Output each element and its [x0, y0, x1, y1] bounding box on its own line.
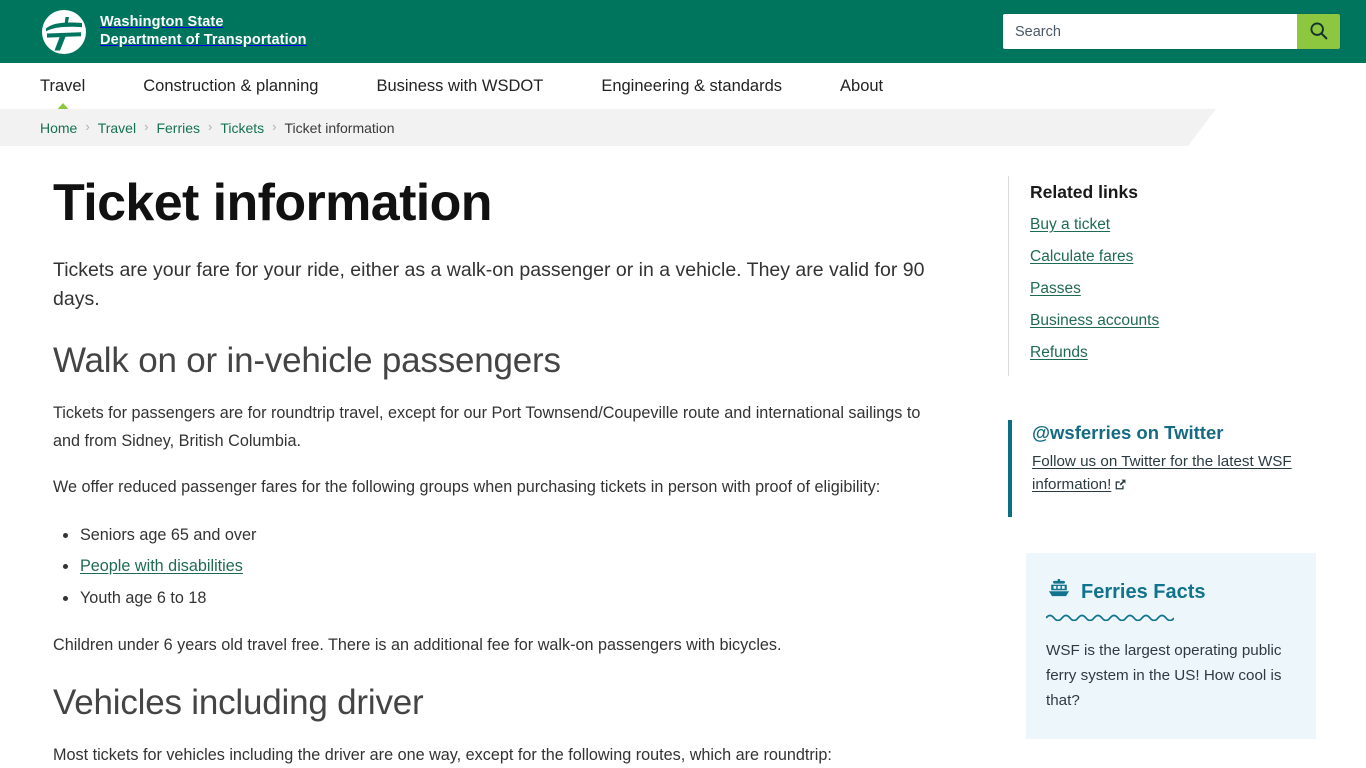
- breadcrumb-item-ferries[interactable]: Ferries: [156, 120, 200, 136]
- wave-divider-icon: [1045, 608, 1290, 626]
- nav-item-travel[interactable]: Travel: [40, 77, 85, 112]
- twitter-follow-link[interactable]: Follow us on Twitter for the latest WSF …: [1032, 453, 1292, 493]
- passengers-paragraph-1: Tickets for passengers are for roundtrip…: [53, 403, 921, 450]
- list-item: Seniors age 65 and over: [53, 520, 948, 552]
- ferry-boat-icon: [1046, 578, 1072, 606]
- page-title: Ticket information: [53, 174, 493, 232]
- search-submit-button[interactable]: [1297, 14, 1340, 49]
- chevron-right-icon: ›: [144, 119, 149, 134]
- list-item-label: Youth age 6 to 18: [80, 588, 207, 607]
- list-item: Calculate fares: [1030, 248, 1342, 266]
- site-header: Washington State Department of Transport…: [0, 0, 1366, 63]
- twitter-callout: @wsferries on Twitter Follow us on Twitt…: [1008, 420, 1366, 517]
- breadcrumb-item-tickets[interactable]: Tickets: [220, 120, 264, 136]
- ferries-facts-card: Ferries Facts WSF is the largest operati…: [1026, 552, 1316, 739]
- ferries-facts-header: Ferries Facts: [1046, 578, 1290, 606]
- breadcrumb: Home › Travel › Ferries › Tickets › Tick…: [0, 109, 1216, 146]
- related-link-passes[interactable]: Passes: [1030, 280, 1081, 297]
- list-item-label: Seniors age 65 and over: [80, 525, 257, 544]
- ferries-facts-body: WSF is the largest operating public ferr…: [1046, 641, 1282, 709]
- sidebar: Related links Buy a ticket Calculate far…: [1008, 146, 1366, 768]
- main-content: Ticket information Tickets are your fare…: [0, 146, 1008, 768]
- list-item: Passes: [1030, 280, 1342, 298]
- chevron-right-icon: ›: [272, 119, 277, 134]
- primary-navigation: Travel Construction & planning Business …: [0, 63, 1366, 112]
- page-body: Ticket information Tickets are your fare…: [0, 146, 1366, 768]
- brand-line-1: Washington State: [100, 13, 224, 30]
- breadcrumb-item-home[interactable]: Home: [40, 120, 77, 136]
- list-item: Refunds: [1030, 344, 1342, 362]
- people-with-disabilities-link[interactable]: People with disabilities: [80, 557, 243, 575]
- related-link-business-accounts[interactable]: Business accounts: [1030, 312, 1159, 329]
- chevron-right-icon: ›: [208, 119, 213, 134]
- breadcrumb-item-travel[interactable]: Travel: [98, 120, 136, 136]
- search-input[interactable]: [1003, 14, 1297, 49]
- vehicles-paragraph-1: Most tickets for vehicles including the …: [53, 746, 832, 765]
- section-heading-vehicles: Vehicles including driver: [53, 683, 424, 723]
- list-item: Buy a ticket: [1030, 216, 1342, 234]
- nav-item-about[interactable]: About: [840, 77, 883, 96]
- related-links-block: Related links Buy a ticket Calculate far…: [1008, 176, 1366, 376]
- passengers-paragraph-3: Children under 6 years old travel free. …: [53, 636, 782, 655]
- related-link-refunds[interactable]: Refunds: [1030, 344, 1088, 361]
- list-item: People with disabilities: [53, 551, 948, 583]
- related-link-calculate-fares[interactable]: Calculate fares: [1030, 248, 1133, 265]
- related-links-heading: Related links: [1030, 182, 1138, 202]
- chevron-right-icon: ›: [85, 119, 90, 134]
- passengers-paragraph-2: We offer reduced passenger fares for the…: [53, 477, 881, 496]
- breadcrumb-item-current: Ticket information: [284, 119, 395, 136]
- nav-item-business-with-wsdot[interactable]: Business with WSDOT: [376, 77, 543, 96]
- related-links-list: Buy a ticket Calculate fares Passes Busi…: [1030, 216, 1342, 362]
- list-item: Business accounts: [1030, 312, 1342, 330]
- section-heading-passengers: Walk on or in-vehicle passengers: [53, 340, 561, 380]
- related-link-buy-a-ticket[interactable]: Buy a ticket: [1030, 216, 1110, 233]
- brand-wordmark: Washington State Department of Transport…: [100, 14, 307, 49]
- ferries-facts-title: Ferries Facts: [1081, 580, 1206, 603]
- twitter-callout-heading: @wsferries on Twitter: [1032, 422, 1224, 443]
- list-item: Youth age 6 to 18: [53, 583, 948, 615]
- twitter-callout-text: Follow us on Twitter for the latest WSF …: [1032, 450, 1342, 499]
- wsdot-logo-icon: [40, 8, 88, 56]
- nav-item-engineering-standards[interactable]: Engineering & standards: [601, 77, 782, 96]
- external-link-icon: [1114, 475, 1127, 498]
- brand-line-2: Department of Transportation: [100, 31, 307, 48]
- reduced-fare-groups-list: Seniors age 65 and over People with disa…: [53, 520, 948, 615]
- nav-item-construction-planning[interactable]: Construction & planning: [143, 77, 318, 96]
- search-icon: [1308, 20, 1329, 44]
- page-intro: Tickets are your fare for your ride, eit…: [53, 259, 925, 311]
- site-search: [1003, 14, 1340, 49]
- site-logo-link[interactable]: Washington State Department of Transport…: [40, 8, 307, 56]
